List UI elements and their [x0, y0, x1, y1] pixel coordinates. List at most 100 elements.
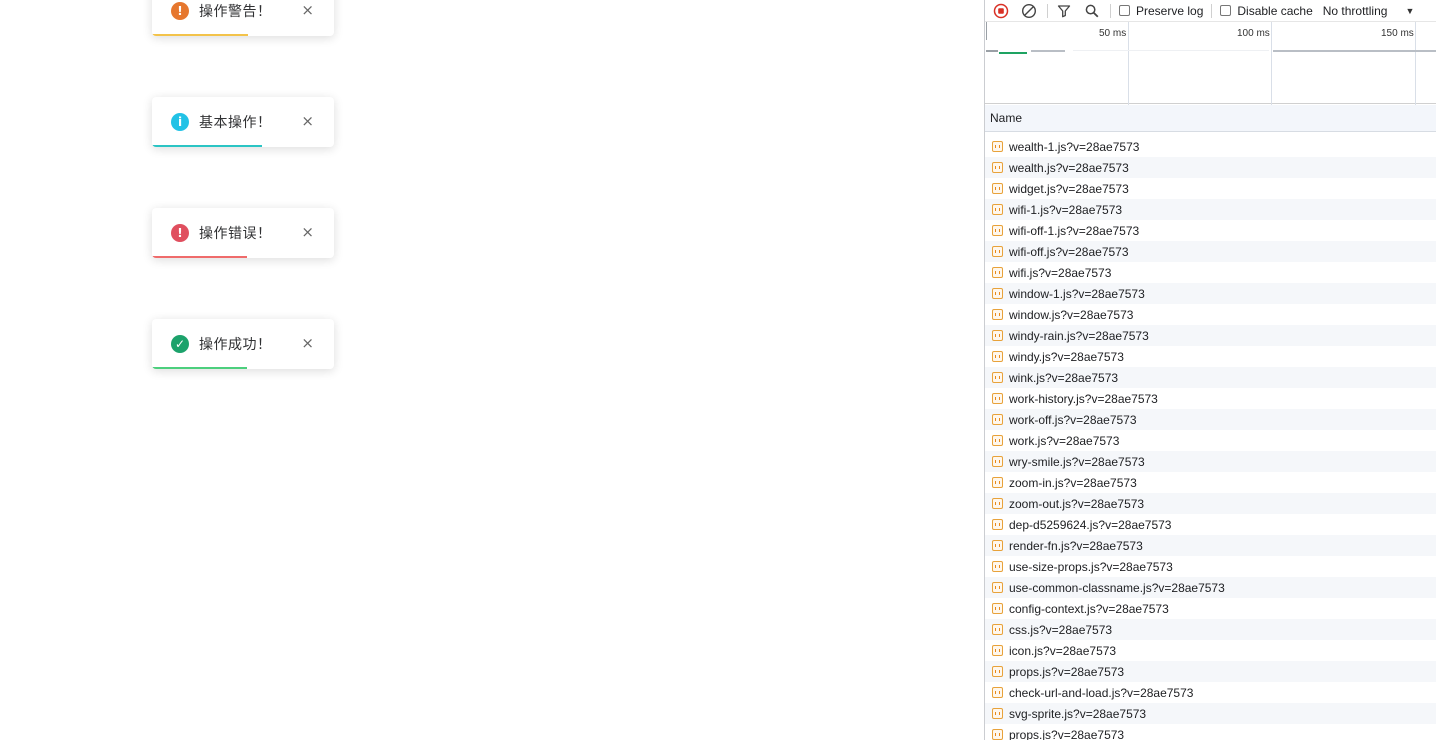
close-icon[interactable]: ×	[301, 223, 314, 241]
request-row[interactable]: wry-smile.js?v=28ae7573	[985, 451, 1436, 472]
script-file-icon	[992, 519, 1003, 530]
network-toolbar: Preserve log Disable cache No throttling…	[985, 0, 1436, 21]
devtools-network-panel: Preserve log Disable cache No throttling…	[984, 0, 1436, 740]
script-file-icon	[992, 183, 1003, 194]
request-row[interactable]: wifi-off-1.js?v=28ae7573	[985, 220, 1436, 241]
script-file-icon	[992, 204, 1003, 215]
request-name: config-context.js?v=28ae7573	[1009, 601, 1169, 616]
request-row[interactable]: config-context.js?v=28ae7573	[985, 598, 1436, 619]
script-file-icon	[992, 708, 1003, 719]
script-file-icon	[992, 330, 1003, 341]
toast-progress-bar	[152, 367, 247, 369]
request-list[interactable]: wealth-1.js?v=28ae7573 wealth.js?v=28ae75…	[985, 132, 1436, 740]
script-file-icon	[992, 666, 1003, 677]
name-column-header[interactable]: Name	[985, 105, 1436, 132]
request-row[interactable]: work.js?v=28ae7573	[985, 430, 1436, 451]
request-row[interactable]: wifi-1.js?v=28ae7573	[985, 199, 1436, 220]
timeline-request-bar	[986, 50, 998, 52]
request-name: use-common-classname.js?v=28ae7573	[1009, 580, 1225, 595]
script-file-icon	[992, 246, 1003, 257]
toolbar-divider	[1047, 3, 1048, 18]
network-overview-timeline[interactable]: 50 ms 100 ms 150 ms	[985, 21, 1436, 105]
script-file-icon	[992, 351, 1003, 362]
request-row[interactable]: check-url-and-load.js?v=28ae7573	[985, 682, 1436, 703]
chevron-down-icon: ▼	[1405, 5, 1415, 16]
request-name: icon.js?v=28ae7573	[1009, 643, 1117, 658]
request-row[interactable]: props.js?v=28ae7573	[985, 661, 1436, 682]
timeline-label: 50 ms	[1099, 28, 1127, 39]
request-name: wifi-1.js?v=28ae7573	[1009, 202, 1123, 217]
script-file-icon	[992, 540, 1003, 551]
script-file-icon	[992, 729, 1003, 740]
script-file-icon	[992, 477, 1003, 488]
request-row[interactable]: widget.js?v=28ae7573	[985, 178, 1436, 199]
request-name: dep-d5259624.js?v=28ae7573	[1009, 517, 1172, 532]
success-icon: ✓	[171, 335, 189, 353]
timeline-label: 150 ms	[1381, 28, 1414, 39]
script-file-icon	[992, 561, 1003, 572]
request-row[interactable]: window.js?v=28ae7573	[985, 304, 1436, 325]
request-row[interactable]: render-fn.js?v=28ae7573	[985, 535, 1436, 556]
request-row[interactable]: zoom-out.js?v=28ae7573	[985, 493, 1436, 514]
timeline-label: 100 ms	[1237, 28, 1270, 39]
request-name: widget.js?v=28ae7573	[1009, 181, 1129, 196]
request-row[interactable]: wealth-1.js?v=28ae7573	[985, 136, 1436, 157]
request-row[interactable]: props.js?v=28ae7573	[985, 724, 1436, 740]
record-stop-icon[interactable]	[991, 1, 1011, 21]
clear-icon[interactable]	[1019, 1, 1039, 21]
request-name: windy-rain.js?v=28ae7573	[1009, 328, 1149, 343]
request-row[interactable]: zoom-in.js?v=28ae7573	[985, 472, 1436, 493]
script-file-icon	[992, 456, 1003, 467]
toast-message: 操作警告！	[199, 4, 272, 20]
request-row[interactable]: wifi-off.js?v=28ae7573	[985, 241, 1436, 262]
request-row[interactable]: wealth.js?v=28ae7573	[985, 157, 1436, 178]
request-row[interactable]: css.js?v=28ae7573	[985, 619, 1436, 640]
disable-cache-checkbox[interactable]: Disable cache	[1220, 4, 1313, 18]
checkbox-box[interactable]	[1119, 5, 1130, 16]
search-icon[interactable]	[1082, 1, 1102, 21]
preserve-log-checkbox[interactable]: Preserve log	[1119, 4, 1203, 18]
request-name: props.js?v=28ae7573	[1009, 727, 1125, 740]
request-name: work-off.js?v=28ae7573	[1009, 412, 1137, 427]
script-file-icon	[992, 162, 1003, 173]
toast-progress-bar	[152, 145, 262, 147]
script-file-icon	[992, 624, 1003, 635]
request-name: wealth.js?v=28ae7573	[1009, 160, 1129, 175]
checkbox-box[interactable]	[1220, 5, 1232, 16]
timeline-request-bar	[999, 52, 1027, 54]
request-name: props.js?v=28ae7573	[1009, 664, 1125, 679]
request-row[interactable]: wifi.js?v=28ae7573	[985, 262, 1436, 283]
timeline-gridline	[1271, 22, 1272, 105]
throttling-select[interactable]: No throttling ▼	[1323, 4, 1415, 18]
request-name: wifi-off-1.js?v=28ae7573	[1009, 223, 1140, 238]
request-name: wry-smile.js?v=28ae7573	[1009, 454, 1145, 469]
request-row[interactable]: svg-sprite.js?v=28ae7573	[985, 703, 1436, 724]
request-name: zoom-out.js?v=28ae7573	[1009, 496, 1145, 511]
toast-warning: ! 操作警告！ ×	[152, 0, 334, 36]
request-row[interactable]: use-size-props.js?v=28ae7573	[985, 556, 1436, 577]
request-name: work.js?v=28ae7573	[1009, 433, 1120, 448]
close-icon[interactable]: ×	[301, 334, 314, 352]
request-row[interactable]: wink.js?v=28ae7573	[985, 367, 1436, 388]
toast-info: i 基本操作！ ×	[152, 97, 334, 147]
request-row[interactable]: work-off.js?v=28ae7573	[985, 409, 1436, 430]
toast-error: ! 操作错误！ ×	[152, 208, 334, 258]
request-row[interactable]: use-common-classname.js?v=28ae7573	[985, 577, 1436, 598]
request-name: zoom-in.js?v=28ae7573	[1009, 475, 1137, 490]
close-icon[interactable]: ×	[301, 1, 314, 19]
request-row[interactable]: windy.js?v=28ae7573	[985, 346, 1436, 367]
request-row[interactable]: icon.js?v=28ae7573	[985, 640, 1436, 661]
request-row[interactable]: window-1.js?v=28ae7573	[985, 283, 1436, 304]
toast-message: 操作成功！	[199, 337, 272, 353]
request-name: render-fn.js?v=28ae7573	[1009, 538, 1143, 553]
toolbar-divider	[1211, 3, 1213, 18]
throttling-value: No throttling	[1322, 3, 1388, 18]
request-name: windy.js?v=28ae7573	[1009, 349, 1124, 364]
request-row[interactable]: dep-d5259624.js?v=28ae7573	[985, 514, 1436, 535]
toast-message: 操作错误！	[199, 226, 272, 242]
timeline-request-bar	[1073, 50, 1269, 51]
close-icon[interactable]: ×	[301, 112, 314, 130]
request-row[interactable]: work-history.js?v=28ae7573	[985, 388, 1436, 409]
filter-icon[interactable]	[1054, 1, 1074, 21]
request-row[interactable]: windy-rain.js?v=28ae7573	[985, 325, 1436, 346]
